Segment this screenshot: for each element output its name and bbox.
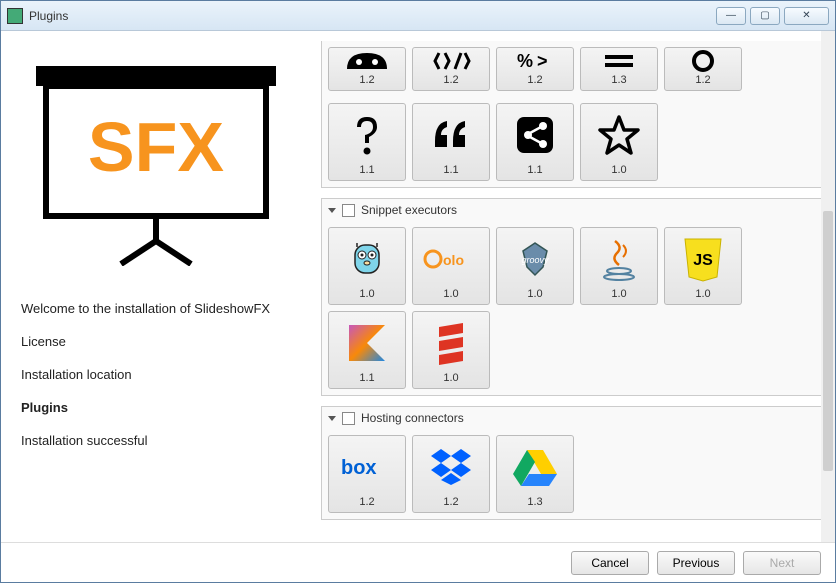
titlebar: Plugins — ▢ ✕: [1, 1, 835, 31]
plugin-dropbox[interactable]: 1.2: [412, 435, 490, 513]
box-icon: box: [333, 440, 401, 494]
snippet-tiles: 1.0 olo 1.0 groovy 1.0 1.0 JS 1.0 1.1 1.0: [322, 221, 822, 395]
tile-version: 1.0: [695, 288, 710, 300]
gdrive-icon: [501, 440, 569, 494]
plugin-golo[interactable]: olo 1.0: [412, 227, 490, 305]
svg-text:box: box: [341, 457, 377, 479]
tile-version: 1.2: [695, 74, 710, 86]
svg-text:%: %: [517, 51, 533, 71]
next-button[interactable]: Next: [743, 551, 821, 575]
nav-plugins[interactable]: Plugins: [21, 400, 301, 415]
tile-version: 1.1: [527, 164, 542, 176]
groovy-icon: groovy: [501, 232, 569, 286]
section-partial: 1.2 1.2 %>1.2 1.3 1.2 1.1 1.1 1.1 1.0: [321, 41, 823, 188]
tile-version: 1.3: [611, 74, 626, 86]
nav-install-location[interactable]: Installation location: [21, 367, 301, 382]
section-header: Hosting connectors: [322, 407, 822, 429]
plugin-tile-share[interactable]: 1.1: [496, 103, 574, 181]
sidebar: SFX Welcome to the installation of Slide…: [1, 31, 321, 542]
star-icon: [585, 108, 653, 162]
collapse-icon[interactable]: [328, 416, 336, 421]
plugin-tile-question[interactable]: 1.1: [328, 103, 406, 181]
kotlin-icon: [333, 316, 401, 370]
tile-version: 1.1: [359, 372, 374, 384]
plugin-go[interactable]: 1.0: [328, 227, 406, 305]
plugin-scala[interactable]: 1.0: [412, 311, 490, 389]
quote-icon: [417, 108, 485, 162]
plugin-tile[interactable]: 1.2: [328, 47, 406, 91]
tiles-row2: 1.1 1.1 1.1 1.0: [322, 97, 822, 187]
maximize-button[interactable]: ▢: [750, 7, 780, 25]
scrollbar[interactable]: [821, 31, 835, 542]
section-hosting-connectors: Hosting connectors box 1.2 1.2 1.3: [321, 406, 823, 520]
tiles-row1: 1.2 1.2 %>1.2 1.3 1.2: [322, 41, 822, 97]
plugin-tile[interactable]: 1.3: [580, 47, 658, 91]
tile-version: 1.2: [443, 496, 458, 508]
nav-welcome[interactable]: Welcome to the installation of Slideshow…: [21, 301, 301, 316]
tile-version: 1.2: [527, 74, 542, 86]
tile-version: 1.2: [359, 496, 374, 508]
plugin-box[interactable]: box 1.2: [328, 435, 406, 513]
java-icon: [585, 232, 653, 286]
sfx-logo: SFX: [21, 51, 291, 271]
scala-icon: [417, 316, 485, 370]
question-icon: [333, 108, 401, 162]
section-title: Hosting connectors: [361, 411, 464, 425]
plugin-groovy[interactable]: groovy 1.0: [496, 227, 574, 305]
svg-text:groovy: groovy: [521, 255, 549, 265]
nav-license[interactable]: License: [21, 334, 301, 349]
plugin-tile[interactable]: 1.2: [664, 47, 742, 91]
tile-version: 1.1: [443, 164, 458, 176]
minimize-button[interactable]: —: [716, 7, 746, 25]
plugin-tile[interactable]: 1.2: [412, 47, 490, 91]
footer: Cancel Previous Next: [1, 542, 835, 582]
share-icon: [501, 108, 569, 162]
tile-version: 1.1: [359, 164, 374, 176]
main-panel: 1.2 1.2 %>1.2 1.3 1.2 1.1 1.1 1.1 1.0: [321, 31, 835, 542]
window: Plugins — ▢ ✕ SFX Welcome to the install…: [0, 0, 836, 583]
window-title: Plugins: [29, 9, 716, 23]
svg-text:>: >: [537, 51, 548, 71]
section-title: Snippet executors: [361, 203, 457, 217]
section-header: Snippet executors: [322, 199, 822, 221]
plugin-kotlin[interactable]: 1.1: [328, 311, 406, 389]
previous-button[interactable]: Previous: [657, 551, 735, 575]
app-icon: [7, 8, 23, 24]
plugin-tile[interactable]: %>1.2: [496, 47, 574, 91]
svg-text:olo: olo: [443, 252, 464, 268]
tile-version: 1.3: [527, 496, 542, 508]
plugin-js[interactable]: JS 1.0: [664, 227, 742, 305]
plugin-tile-star[interactable]: 1.0: [580, 103, 658, 181]
tile-version: 1.0: [443, 372, 458, 384]
tile-version: 1.0: [527, 288, 542, 300]
js-icon: JS: [669, 232, 737, 286]
section-snippet-executors: Snippet executors 1.0 olo 1.0 groovy 1.0 1…: [321, 198, 823, 396]
tile-version: 1.0: [611, 288, 626, 300]
plugin-tile-quote[interactable]: 1.1: [412, 103, 490, 181]
golo-icon: olo: [417, 232, 485, 286]
content: SFX Welcome to the installation of Slide…: [1, 31, 835, 542]
svg-text:SFX: SFX: [88, 108, 224, 186]
tile-version: 1.2: [443, 74, 458, 86]
dropbox-icon: [417, 440, 485, 494]
plugin-java[interactable]: 1.0: [580, 227, 658, 305]
tile-version: 1.0: [611, 164, 626, 176]
svg-text:JS: JS: [693, 252, 713, 269]
hosting-tiles: box 1.2 1.2 1.3: [322, 429, 822, 519]
nav-install-success[interactable]: Installation successful: [21, 433, 301, 448]
section-checkbox[interactable]: [342, 412, 355, 425]
tile-version: 1.2: [359, 74, 374, 86]
cancel-button[interactable]: Cancel: [571, 551, 649, 575]
close-button[interactable]: ✕: [784, 7, 829, 25]
tile-version: 1.0: [443, 288, 458, 300]
nav: Welcome to the installation of Slideshow…: [21, 301, 301, 448]
tile-version: 1.0: [359, 288, 374, 300]
plugin-gdrive[interactable]: 1.3: [496, 435, 574, 513]
scrollbar-thumb[interactable]: [823, 211, 833, 471]
section-checkbox[interactable]: [342, 204, 355, 217]
collapse-icon[interactable]: [328, 208, 336, 213]
go-icon: [333, 232, 401, 286]
window-controls: — ▢ ✕: [716, 7, 829, 25]
